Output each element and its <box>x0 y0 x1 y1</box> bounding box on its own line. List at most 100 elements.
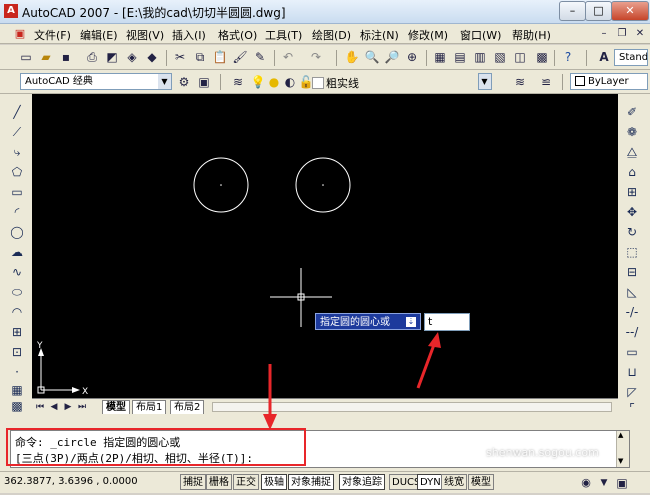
help-icon[interactable]: ? <box>560 49 576 65</box>
new-file-icon[interactable]: ▭ <box>18 49 34 65</box>
menu-format[interactable]: 格式(O) <box>218 27 257 43</box>
plot-preview-icon[interactable]: ◩ <box>104 49 120 65</box>
scale-icon[interactable]: ⬚ <box>624 244 640 260</box>
tab-model[interactable]: 模型 <box>102 400 130 415</box>
model-button[interactable]: 模型 <box>468 474 494 490</box>
make-block-icon[interactable]: ⊡ <box>9 344 25 360</box>
menu-draw[interactable]: 绘图(D) <box>312 27 351 43</box>
close-button[interactable]: ✕ <box>611 1 649 21</box>
break-at-point-icon[interactable]: ▭ <box>624 344 640 360</box>
tab-layout2[interactable]: 布局2 <box>170 400 205 415</box>
mirror-icon[interactable]: ⧋ <box>624 144 640 160</box>
stretch-icon[interactable]: ⊟ <box>624 264 640 280</box>
layer-name[interactable]: 粗实线 <box>326 75 359 91</box>
polar-button[interactable]: 极轴 <box>261 474 287 490</box>
lightbulb-icon[interactable]: 💡 <box>250 74 266 90</box>
status-menu-arrow-icon[interactable]: ▼ <box>596 475 612 491</box>
doc-minimize-icon[interactable]: – <box>596 26 612 42</box>
color-combo[interactable]: ByLayer <box>570 73 648 90</box>
3d-dwf-icon[interactable]: ◆ <box>144 49 160 65</box>
join-icon[interactable]: ⊔ <box>624 364 640 380</box>
rectangle-icon[interactable]: ▭ <box>9 184 25 200</box>
hatch-icon[interactable]: ▦ <box>9 382 25 398</box>
menu-insert[interactable]: 插入(I) <box>172 27 206 43</box>
revision-cloud-icon[interactable]: ☁ <box>9 244 25 260</box>
zoom-realtime-icon[interactable]: 🔍 <box>364 49 380 65</box>
menu-file[interactable]: 文件(F) <box>34 27 71 43</box>
chamfer-icon[interactable]: ◸ <box>624 384 640 400</box>
zoom-window-icon[interactable]: 🔎 <box>384 49 400 65</box>
break-icon[interactable]: --/ <box>624 324 640 340</box>
undo-icon[interactable]: ↶ <box>280 49 296 65</box>
menu-edit[interactable]: 编辑(E) <box>80 27 118 43</box>
pan-icon[interactable]: ✋ <box>344 49 360 65</box>
maximize-button[interactable]: □ <box>585 1 612 21</box>
circle-icon[interactable]: ◯ <box>9 224 25 240</box>
snap-button[interactable]: 捕捉 <box>180 474 206 490</box>
minimize-button[interactable]: – <box>559 1 586 21</box>
dynamic-input-field[interactable]: t <box>424 313 470 331</box>
scroll-down-icon[interactable]: ▼ <box>618 457 623 465</box>
properties-icon[interactable]: ▦ <box>432 49 448 65</box>
match-properties-icon[interactable]: 🖌 <box>232 49 248 65</box>
extend-icon[interactable]: -/- <box>624 304 640 320</box>
point-icon[interactable]: · <box>9 364 25 380</box>
spline-icon[interactable]: ∿ <box>9 264 25 280</box>
grid-button[interactable]: 栅格 <box>206 474 232 490</box>
last-tab-icon[interactable]: ⏭ <box>76 399 88 415</box>
menu-dimension[interactable]: 标注(N) <box>360 27 399 43</box>
ortho-button[interactable]: 正交 <box>233 474 259 490</box>
block-editor-icon[interactable]: ✎ <box>252 49 268 65</box>
options-arrow-icon[interactable]: ⇣ <box>406 317 416 327</box>
clean-screen-icon[interactable]: ▣ <box>614 475 630 491</box>
calculator-icon[interactable]: ▩ <box>534 49 550 65</box>
arc-icon[interactable]: ◜ <box>9 204 25 220</box>
construction-line-icon[interactable]: ⟋ <box>9 124 25 140</box>
prev-tab-icon[interactable]: ◀ <box>48 399 60 415</box>
layer-dropdown[interactable]: ▼ <box>478 73 492 90</box>
offset-icon[interactable]: ⌂ <box>624 164 640 180</box>
communication-center-icon[interactable]: ◉ <box>578 475 594 491</box>
sheet-set-icon[interactable]: ▧ <box>492 49 508 65</box>
command-scrollbar[interactable]: ▲ ▼ <box>616 431 629 467</box>
polygon-icon[interactable]: ⬠ <box>9 164 25 180</box>
text-style-icon[interactable]: A <box>596 49 612 65</box>
copy-object-icon[interactable]: ❁ <box>624 124 640 140</box>
tab-layout1[interactable]: 布局1 <box>132 400 167 415</box>
menu-help[interactable]: 帮助(H) <box>512 27 551 43</box>
open-folder-icon[interactable]: ▰ <box>38 49 54 65</box>
layer-previous-icon[interactable]: ≌ <box>538 74 554 90</box>
copy-icon[interactable]: ⧉ <box>192 49 208 65</box>
erase-icon[interactable]: ✐ <box>624 104 640 120</box>
line-icon[interactable]: ╱ <box>9 104 25 120</box>
workspace-combo[interactable]: AutoCAD 经典 ▼ <box>20 73 172 90</box>
sun-icon[interactable]: ● <box>266 74 282 90</box>
array-icon[interactable]: ⊞ <box>624 184 640 200</box>
next-tab-icon[interactable]: ▶ <box>62 399 74 415</box>
drawing-canvas[interactable]: Y X 指定圆的圆心或 ⇣ t <box>32 94 618 398</box>
scroll-up-icon[interactable]: ▲ <box>618 431 623 439</box>
make-current-layer-icon[interactable]: ≋ <box>512 74 528 90</box>
move-icon[interactable]: ✥ <box>624 204 640 220</box>
layer-manager-icon[interactable]: ≋ <box>230 74 246 90</box>
trim-icon[interactable]: ◺ <box>624 284 640 300</box>
menu-modify[interactable]: 修改(M) <box>408 27 448 43</box>
workspace-save-icon[interactable]: ▣ <box>196 74 212 90</box>
ellipse-arc-icon[interactable]: ◠ <box>9 304 25 320</box>
redo-icon[interactable]: ↷ <box>308 49 324 65</box>
gradient-icon[interactable]: ▩ <box>9 398 25 414</box>
save-icon[interactable]: ▪ <box>58 49 74 65</box>
lineweight-button[interactable]: 线宽 <box>441 474 467 490</box>
polyline-icon[interactable]: ⤷ <box>9 144 25 160</box>
doc-close-icon[interactable]: ✕ <box>632 26 648 42</box>
menu-tools[interactable]: 工具(T) <box>265 27 302 43</box>
otrack-button[interactable]: 对象追踪 <box>339 474 385 490</box>
print-icon[interactable]: ⎙ <box>84 49 100 65</box>
tool-palettes-icon[interactable]: ▥ <box>472 49 488 65</box>
first-tab-icon[interactable]: ⏮ <box>34 399 46 415</box>
doc-restore-icon[interactable]: ❐ <box>614 26 630 42</box>
markup-icon[interactable]: ◫ <box>512 49 528 65</box>
insert-block-icon[interactable]: ⊞ <box>9 324 25 340</box>
paste-icon[interactable]: 📋 <box>212 49 228 65</box>
text-style-combo[interactable]: Standa <box>614 49 648 66</box>
